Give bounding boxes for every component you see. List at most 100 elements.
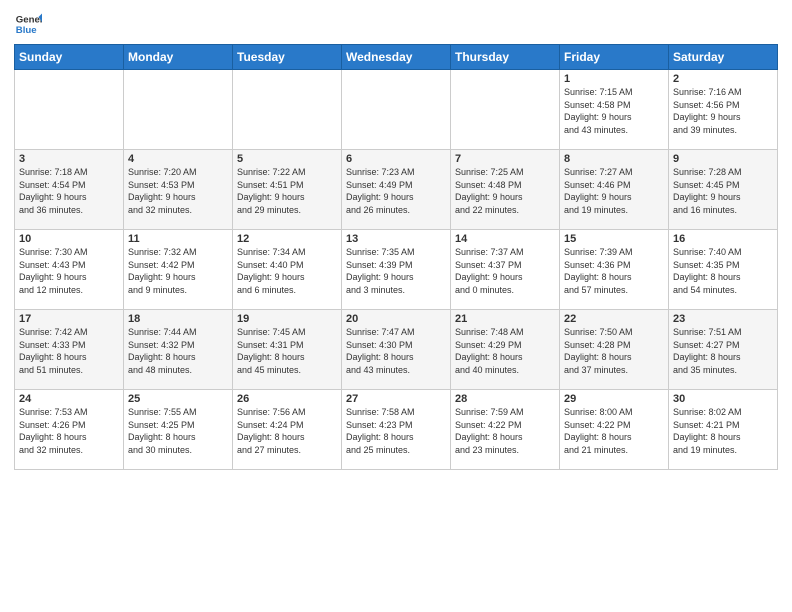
day-number: 3 <box>19 153 119 165</box>
day-info: Sunrise: 7:35 AM Sunset: 4:39 PM Dayligh… <box>346 246 446 296</box>
calendar-cell <box>233 70 342 150</box>
week-row-3: 17Sunrise: 7:42 AM Sunset: 4:33 PM Dayli… <box>15 310 778 390</box>
weekday-header-thursday: Thursday <box>451 45 560 70</box>
day-info: Sunrise: 7:15 AM Sunset: 4:58 PM Dayligh… <box>564 86 664 136</box>
day-info: Sunrise: 7:48 AM Sunset: 4:29 PM Dayligh… <box>455 326 555 376</box>
calendar-cell: 26Sunrise: 7:56 AM Sunset: 4:24 PM Dayli… <box>233 390 342 470</box>
day-number: 13 <box>346 233 446 245</box>
calendar-cell: 3Sunrise: 7:18 AM Sunset: 4:54 PM Daylig… <box>15 150 124 230</box>
day-info: Sunrise: 8:00 AM Sunset: 4:22 PM Dayligh… <box>564 406 664 456</box>
calendar-cell: 27Sunrise: 7:58 AM Sunset: 4:23 PM Dayli… <box>342 390 451 470</box>
day-number: 14 <box>455 233 555 245</box>
calendar-cell: 9Sunrise: 7:28 AM Sunset: 4:45 PM Daylig… <box>669 150 778 230</box>
day-info: Sunrise: 7:18 AM Sunset: 4:54 PM Dayligh… <box>19 166 119 216</box>
weekday-header-friday: Friday <box>560 45 669 70</box>
day-info: Sunrise: 7:59 AM Sunset: 4:22 PM Dayligh… <box>455 406 555 456</box>
calendar-cell: 24Sunrise: 7:53 AM Sunset: 4:26 PM Dayli… <box>15 390 124 470</box>
day-info: Sunrise: 7:45 AM Sunset: 4:31 PM Dayligh… <box>237 326 337 376</box>
day-number: 25 <box>128 393 228 405</box>
day-info: Sunrise: 7:22 AM Sunset: 4:51 PM Dayligh… <box>237 166 337 216</box>
day-info: Sunrise: 7:34 AM Sunset: 4:40 PM Dayligh… <box>237 246 337 296</box>
calendar-cell: 15Sunrise: 7:39 AM Sunset: 4:36 PM Dayli… <box>560 230 669 310</box>
weekday-header-tuesday: Tuesday <box>233 45 342 70</box>
calendar-cell: 7Sunrise: 7:25 AM Sunset: 4:48 PM Daylig… <box>451 150 560 230</box>
day-number: 30 <box>673 393 773 405</box>
calendar-cell <box>124 70 233 150</box>
day-number: 9 <box>673 153 773 165</box>
day-number: 5 <box>237 153 337 165</box>
calendar-cell: 8Sunrise: 7:27 AM Sunset: 4:46 PM Daylig… <box>560 150 669 230</box>
calendar-cell: 23Sunrise: 7:51 AM Sunset: 4:27 PM Dayli… <box>669 310 778 390</box>
calendar-cell: 4Sunrise: 7:20 AM Sunset: 4:53 PM Daylig… <box>124 150 233 230</box>
day-number: 16 <box>673 233 773 245</box>
day-number: 12 <box>237 233 337 245</box>
day-info: Sunrise: 7:47 AM Sunset: 4:30 PM Dayligh… <box>346 326 446 376</box>
calendar-cell: 17Sunrise: 7:42 AM Sunset: 4:33 PM Dayli… <box>15 310 124 390</box>
svg-text:Blue: Blue <box>16 25 37 36</box>
day-number: 17 <box>19 313 119 325</box>
day-number: 7 <box>455 153 555 165</box>
day-info: Sunrise: 7:27 AM Sunset: 4:46 PM Dayligh… <box>564 166 664 216</box>
header: General Blue <box>14 10 778 38</box>
day-info: Sunrise: 7:44 AM Sunset: 4:32 PM Dayligh… <box>128 326 228 376</box>
logo-icon: General Blue <box>14 10 42 38</box>
weekday-header-sunday: Sunday <box>15 45 124 70</box>
calendar-cell: 6Sunrise: 7:23 AM Sunset: 4:49 PM Daylig… <box>342 150 451 230</box>
day-info: Sunrise: 7:20 AM Sunset: 4:53 PM Dayligh… <box>128 166 228 216</box>
calendar-cell: 16Sunrise: 7:40 AM Sunset: 4:35 PM Dayli… <box>669 230 778 310</box>
day-info: Sunrise: 7:53 AM Sunset: 4:26 PM Dayligh… <box>19 406 119 456</box>
day-info: Sunrise: 7:23 AM Sunset: 4:49 PM Dayligh… <box>346 166 446 216</box>
day-info: Sunrise: 7:50 AM Sunset: 4:28 PM Dayligh… <box>564 326 664 376</box>
calendar-cell: 13Sunrise: 7:35 AM Sunset: 4:39 PM Dayli… <box>342 230 451 310</box>
main-container: General Blue SundayMondayTuesdayWednesda… <box>0 0 792 476</box>
day-info: Sunrise: 7:32 AM Sunset: 4:42 PM Dayligh… <box>128 246 228 296</box>
weekday-header-wednesday: Wednesday <box>342 45 451 70</box>
day-number: 8 <box>564 153 664 165</box>
day-number: 24 <box>19 393 119 405</box>
calendar-table: SundayMondayTuesdayWednesdayThursdayFrid… <box>14 44 778 470</box>
calendar-cell: 22Sunrise: 7:50 AM Sunset: 4:28 PM Dayli… <box>560 310 669 390</box>
day-info: Sunrise: 7:25 AM Sunset: 4:48 PM Dayligh… <box>455 166 555 216</box>
day-info: Sunrise: 8:02 AM Sunset: 4:21 PM Dayligh… <box>673 406 773 456</box>
week-row-4: 24Sunrise: 7:53 AM Sunset: 4:26 PM Dayli… <box>15 390 778 470</box>
calendar-cell: 19Sunrise: 7:45 AM Sunset: 4:31 PM Dayli… <box>233 310 342 390</box>
day-info: Sunrise: 7:16 AM Sunset: 4:56 PM Dayligh… <box>673 86 773 136</box>
day-number: 10 <box>19 233 119 245</box>
calendar-cell: 30Sunrise: 8:02 AM Sunset: 4:21 PM Dayli… <box>669 390 778 470</box>
day-info: Sunrise: 7:55 AM Sunset: 4:25 PM Dayligh… <box>128 406 228 456</box>
day-number: 2 <box>673 73 773 85</box>
weekday-header-monday: Monday <box>124 45 233 70</box>
week-row-0: 1Sunrise: 7:15 AM Sunset: 4:58 PM Daylig… <box>15 70 778 150</box>
day-number: 22 <box>564 313 664 325</box>
day-number: 23 <box>673 313 773 325</box>
logo: General Blue <box>14 10 42 38</box>
day-number: 15 <box>564 233 664 245</box>
day-info: Sunrise: 7:42 AM Sunset: 4:33 PM Dayligh… <box>19 326 119 376</box>
day-info: Sunrise: 7:37 AM Sunset: 4:37 PM Dayligh… <box>455 246 555 296</box>
calendar-cell: 20Sunrise: 7:47 AM Sunset: 4:30 PM Dayli… <box>342 310 451 390</box>
day-number: 11 <box>128 233 228 245</box>
calendar-cell: 10Sunrise: 7:30 AM Sunset: 4:43 PM Dayli… <box>15 230 124 310</box>
day-info: Sunrise: 7:51 AM Sunset: 4:27 PM Dayligh… <box>673 326 773 376</box>
calendar-cell: 5Sunrise: 7:22 AM Sunset: 4:51 PM Daylig… <box>233 150 342 230</box>
day-number: 19 <box>237 313 337 325</box>
calendar-cell: 11Sunrise: 7:32 AM Sunset: 4:42 PM Dayli… <box>124 230 233 310</box>
day-info: Sunrise: 7:56 AM Sunset: 4:24 PM Dayligh… <box>237 406 337 456</box>
calendar-cell: 18Sunrise: 7:44 AM Sunset: 4:32 PM Dayli… <box>124 310 233 390</box>
svg-text:General: General <box>16 14 42 25</box>
day-number: 27 <box>346 393 446 405</box>
weekday-header-saturday: Saturday <box>669 45 778 70</box>
calendar-cell: 14Sunrise: 7:37 AM Sunset: 4:37 PM Dayli… <box>451 230 560 310</box>
day-number: 21 <box>455 313 555 325</box>
day-number: 28 <box>455 393 555 405</box>
calendar-cell: 2Sunrise: 7:16 AM Sunset: 4:56 PM Daylig… <box>669 70 778 150</box>
day-info: Sunrise: 7:40 AM Sunset: 4:35 PM Dayligh… <box>673 246 773 296</box>
calendar-cell: 21Sunrise: 7:48 AM Sunset: 4:29 PM Dayli… <box>451 310 560 390</box>
weekday-header-row: SundayMondayTuesdayWednesdayThursdayFrid… <box>15 45 778 70</box>
day-number: 18 <box>128 313 228 325</box>
calendar-cell <box>342 70 451 150</box>
day-info: Sunrise: 7:39 AM Sunset: 4:36 PM Dayligh… <box>564 246 664 296</box>
day-number: 20 <box>346 313 446 325</box>
calendar-cell: 25Sunrise: 7:55 AM Sunset: 4:25 PM Dayli… <box>124 390 233 470</box>
calendar-cell <box>451 70 560 150</box>
